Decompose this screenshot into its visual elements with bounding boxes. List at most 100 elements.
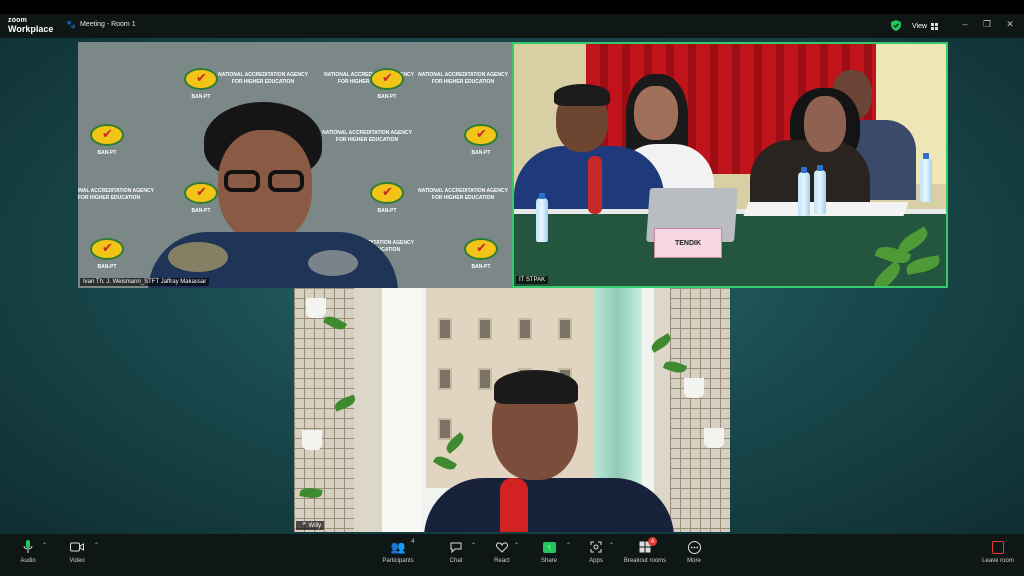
ban-pt-logo [464, 238, 498, 260]
ban-pt-logo [90, 124, 124, 146]
video-tile-2-active-speaker[interactable]: TENDIK IT STPAK [512, 42, 948, 288]
participant-hair [494, 370, 578, 404]
ban-pt-logo [370, 182, 404, 204]
chat-label: Chat [449, 558, 463, 564]
microphone [500, 478, 528, 532]
restore-button[interactable]: ❐ [980, 19, 994, 30]
minimize-button[interactable]: – [958, 19, 972, 29]
ban-pt-logo [184, 182, 218, 204]
react-button[interactable]: React [476, 538, 528, 564]
microphone [588, 156, 602, 214]
participant-hair [554, 84, 610, 106]
chat-bubble-icon [450, 542, 462, 553]
logo-line2: Workplace [8, 24, 54, 34]
agency-line2: FOR HIGHER EDUCATION [78, 195, 141, 201]
video-tile-1[interactable]: NATIONAL ACCREDITATION AGENCY FOR HIGHER … [78, 42, 512, 288]
ban-pt-logo [464, 124, 498, 146]
badge-text: BAN-PT [471, 264, 491, 270]
video-options-chevron-icon[interactable]: ⌃ [94, 542, 99, 549]
agency-banner: NATIONAL ACCREDITATION AGENCYFOR HIGHER … [218, 72, 308, 86]
leave-door-icon [992, 540, 1004, 554]
participant-name-tag: IT STPAK [516, 276, 549, 284]
badge-text: BAN-PT [191, 94, 211, 100]
badge-text: BAN-PT [97, 150, 117, 156]
participant-name: Ivan Th. J. Weismann_STFT Jaffray Makass… [83, 279, 207, 285]
agency-banner: NATIONAL ACCREDITATION AGENCYFOR HIGHER … [418, 188, 508, 202]
plant-pot [306, 298, 326, 318]
participants-icon: 👥 [390, 540, 406, 554]
agency-banner: NATIONAL ACCREDITATION AGENCYFOR HIGHER … [322, 130, 412, 144]
microphone-icon [23, 540, 33, 553]
agency-line2: FOR HIGHER EDUCATION [431, 79, 495, 85]
close-button[interactable]: ✕ [1003, 19, 1017, 30]
agency-line1: NATIONAL ACCREDITATION AGENCY [322, 130, 412, 136]
more-button[interactable]: More [668, 538, 720, 564]
apps-button[interactable]: Apps [570, 538, 622, 564]
participants-button[interactable]: 👥 4 Participants [372, 538, 424, 564]
view-button[interactable]: View [908, 19, 942, 33]
window-frame [382, 288, 422, 532]
plant-pot [704, 428, 724, 448]
participants-label: Participants [382, 558, 414, 564]
zoom-logo: zoom Workplace [8, 17, 54, 34]
badge-text: BAN-PT [471, 150, 491, 156]
water-bottle [536, 193, 548, 242]
agency-line1: NATIONAL ACCREDITATION AGENCY [418, 72, 508, 78]
apps-options-chevron-icon[interactable]: ⌃ [609, 542, 614, 549]
share-screen-icon: ↑ [542, 541, 556, 553]
agency-line2: FOR HIGHER EDUCATION [231, 79, 295, 85]
participant-face [634, 86, 678, 140]
ban-pt-logo [184, 68, 218, 90]
apps-label: Apps [589, 558, 603, 564]
react-label: React [494, 558, 510, 564]
meeting-title: Meeting - Room 1 [79, 21, 136, 28]
grid-view-icon [931, 22, 939, 30]
agency-line1: NATIONAL ACCREDITATION AGENCY [78, 188, 154, 194]
video-label: Video [69, 558, 85, 564]
plant [866, 224, 946, 286]
breakout-rooms-button[interactable]: 4 Breakout rooms [619, 537, 671, 564]
video-gallery: NATIONAL ACCREDITATION AGENCY FOR HIGHER … [0, 38, 1024, 534]
participant-name-tag: 🎤 Willy [296, 521, 325, 530]
view-label: View [912, 22, 928, 30]
agency-line1: NATIONAL ACCREDITATION AGENCY [218, 72, 308, 78]
share-label: Share [540, 558, 557, 564]
wire-grid-wall [670, 288, 730, 532]
glasses [224, 170, 310, 194]
security-shield-icon[interactable] [891, 20, 901, 31]
ban-pt-logo [370, 68, 404, 90]
agency-line1: NATIONAL ACCREDITATION AGENCY [418, 188, 508, 194]
agency-line2: FOR HIGHER EDUCATION [431, 195, 495, 201]
participant-name: IT STPAK [519, 277, 546, 283]
participant-name: Willy [308, 522, 322, 529]
apps-icon [590, 541, 602, 553]
agency-banner: NATIONAL ACCREDITATION AGENCYFOR HIGHER … [418, 72, 508, 86]
badge-text: BAN-PT [97, 264, 117, 270]
title-bar: zoom Workplace 🐾 Meeting - Room 1 View –… [0, 14, 1024, 38]
more-ellipsis-icon [687, 540, 701, 554]
meeting-info[interactable]: 🐾 Meeting - Room 1 [66, 20, 136, 29]
participant-face [804, 96, 846, 152]
water-bottle [798, 167, 810, 216]
muted-mic-icon: 🎤 [299, 523, 307, 529]
paw-icon: 🐾 [66, 20, 76, 29]
badge-text: BAN-PT [191, 208, 211, 214]
water-bottle [814, 165, 826, 214]
audio-options-chevron-icon[interactable]: ⌃ [42, 542, 47, 549]
more-label: More [687, 558, 701, 564]
participant-shirt [424, 478, 674, 532]
room-sign: TENDIK [654, 228, 722, 258]
badge-text: BAN-PT [377, 208, 397, 214]
leave-room-label: Leave room [982, 558, 1014, 564]
papers [743, 202, 909, 216]
video-camera-icon [70, 542, 84, 552]
react-options-chevron-icon[interactable]: ⌃ [514, 542, 519, 549]
participant-name-tag: Ivan Th. J. Weismann_STFT Jaffray Makass… [80, 278, 210, 286]
badge-text: BAN-PT [377, 94, 397, 100]
meeting-toolbar: Audio ⌃ Video ⌃ 👥 4 Participants Chat ⌃ [0, 534, 1024, 576]
agency-line2: FOR HIGHER EDUCATION [335, 137, 399, 143]
breakout-rooms-label: Breakout rooms [623, 558, 667, 564]
video-tile-3[interactable]: 🎤 Willy [294, 288, 730, 532]
participants-count: 4 [411, 539, 415, 545]
leave-room-button[interactable]: Leave room [972, 538, 1024, 564]
